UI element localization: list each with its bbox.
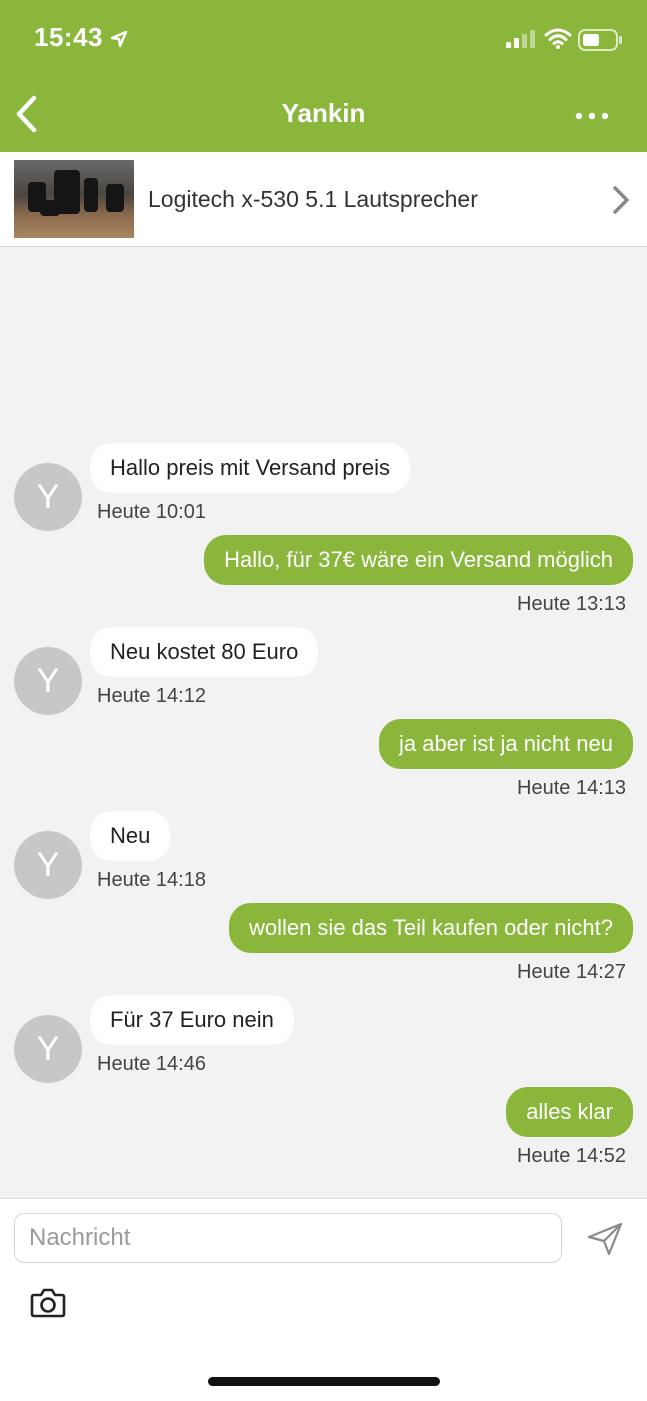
- message-time: Heute 13:13: [517, 593, 626, 615]
- location-arrow-icon: [110, 30, 128, 48]
- message-time: Heute 14:27: [517, 961, 626, 983]
- message-time: Heute 14:46: [97, 1053, 206, 1075]
- avatar: Y: [14, 831, 82, 899]
- avatar: Y: [14, 1015, 82, 1083]
- signal-icon: [506, 30, 535, 48]
- message-bubble-incoming: Neu kostet 80 Euro: [90, 627, 319, 677]
- message-bubble-outgoing: Hallo, für 37€ wäre ein Versand möglich: [204, 535, 633, 585]
- message-time: Heute 14:52: [517, 1145, 626, 1167]
- composer: [0, 1198, 647, 1401]
- product-name: Logitech x-530 5.1 Lautsprecher: [148, 186, 478, 212]
- battery-icon: [578, 29, 622, 51]
- chat-title: Yankin: [281, 98, 366, 128]
- message-bubble-incoming: Für 37 Euro nein: [90, 995, 294, 1045]
- wifi-icon: [544, 28, 572, 49]
- message-bubble-incoming: Neu: [90, 811, 171, 861]
- avatar: Y: [14, 463, 82, 531]
- message-list[interactable]: Y Hallo preis mit Versand preis Heute 10…: [0, 247, 647, 1197]
- send-icon[interactable]: [586, 1221, 624, 1257]
- chevron-right-icon[interactable]: [610, 184, 634, 216]
- more-options-button[interactable]: [570, 104, 616, 128]
- message-input[interactable]: [14, 1213, 562, 1263]
- message-bubble-outgoing: wollen sie das Teil kaufen oder nicht?: [228, 903, 633, 953]
- message-time: Heute 14:13: [517, 777, 626, 799]
- message-bubble-outgoing: ja aber ist ja nicht neu: [378, 719, 633, 769]
- home-indicator: [208, 1377, 440, 1386]
- product-image: [14, 160, 134, 238]
- avatar: Y: [14, 647, 82, 715]
- message-time: Heute 14:18: [97, 869, 206, 891]
- message-time: Heute 14:12: [97, 685, 206, 707]
- message-bubble-incoming: Hallo preis mit Versand preis: [90, 443, 411, 493]
- message-time: Heute 10:01: [97, 501, 206, 523]
- app-header: 15:43 Yankin: [0, 0, 647, 152]
- product-bar[interactable]: Logitech x-530 5.1 Lautsprecher: [0, 152, 647, 247]
- status-time: 15:43: [34, 22, 103, 52]
- message-bubble-outgoing: alles klar: [506, 1087, 633, 1137]
- camera-icon[interactable]: [30, 1287, 66, 1319]
- more-dots-icon: [575, 112, 609, 120]
